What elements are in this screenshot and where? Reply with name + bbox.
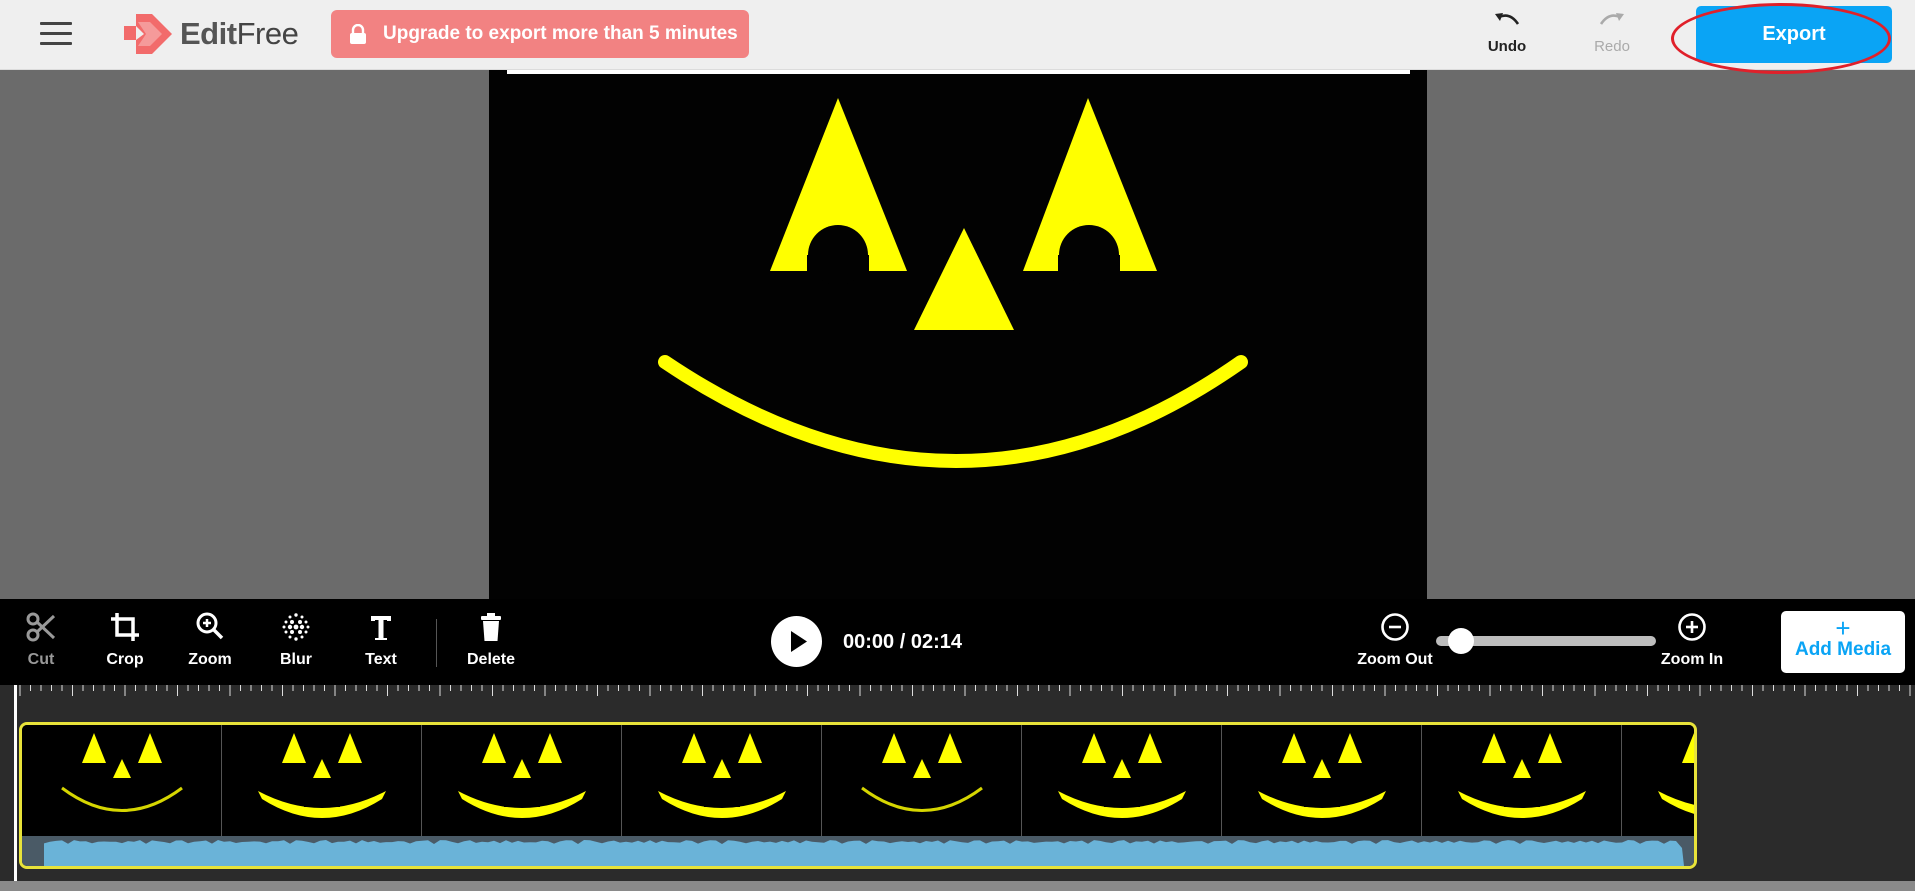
tool-label: Cut [27,651,55,668]
crop-icon [111,613,139,641]
zoom-in-icon [1678,613,1706,641]
text-icon [371,616,391,640]
video-preview[interactable] [489,70,1427,599]
tool-label: Zoom [188,651,232,668]
zoom-out-button[interactable]: Zoom Out [1354,611,1436,679]
crop-button[interactable]: Crop [92,611,158,679]
undo-icon [1495,13,1520,25]
video-clip[interactable] [19,722,1697,869]
undo-button[interactable]: Undo [1472,10,1542,62]
tool-label: Crop [106,651,144,668]
clip-thumbnail [822,725,1022,836]
clip-thumbnails [22,725,1694,836]
zoom-out-label: Zoom Out [1357,651,1433,668]
clip-thumbnail [1422,725,1622,836]
add-media-label: Add Media [1794,639,1892,660]
redo-button[interactable]: Redo [1577,10,1647,62]
playhead[interactable] [14,685,17,891]
play-button[interactable] [771,616,822,667]
play-icon [791,631,807,652]
zoom-in-label: Zoom In [1660,651,1724,668]
plus-icon: + [1835,613,1851,643]
clip-thumbnail [1222,725,1422,836]
export-label: Export [1762,23,1826,45]
clip-thumbnail [422,725,622,836]
redo-icon [1599,13,1624,25]
export-button[interactable]: Export [1696,6,1892,63]
clip-thumbnail [22,725,222,836]
zoom-icon [196,612,224,640]
delete-button[interactable]: Delete [458,611,524,679]
clip-thumbnail [622,725,822,836]
scissors-icon [26,612,56,642]
clip-thumbnail [1022,725,1222,836]
clip-thumbnail [1622,725,1694,836]
time-display: 00:00 / 02:14 [843,631,962,653]
menu-icon[interactable] [40,22,72,48]
cut-button[interactable]: Cut [8,611,74,679]
clip-thumbnail [222,725,422,836]
zoom-button[interactable]: Zoom [177,611,243,679]
undo-label: Undo [1487,38,1527,55]
app-logo: EditFree [124,10,299,58]
zoom-out-icon [1381,613,1409,641]
horizontal-scrollbar[interactable] [0,881,1915,891]
preview-frame [658,98,1248,468]
top-bar: EditFree Upgrade to export more than 5 m… [0,0,1915,74]
timeline-ruler[interactable] [0,685,1915,697]
add-media-button[interactable]: + Add Media [1781,611,1905,673]
lock-icon [350,24,366,44]
upgrade-button[interactable]: Upgrade to export more than 5 minutes [331,10,749,58]
editor-toolbar: Cut Crop Zoom Blur Text Delete 00:00 / 0… [0,599,1915,685]
redo-label: Redo [1594,38,1630,55]
audio-waveform [22,836,1694,866]
timeline-zoom-slider-knob[interactable] [1448,628,1474,654]
preview-top-edge [507,70,1410,74]
blur-button[interactable]: Blur [263,611,329,679]
zoom-in-button[interactable]: Zoom In [1651,611,1733,679]
text-button[interactable]: Text [348,611,414,679]
logo-icon [124,14,172,54]
trash-icon [481,613,501,641]
upgrade-label: Upgrade to export more than 5 minutes [383,23,738,44]
toolbar-divider [436,619,437,667]
timeline[interactable] [0,685,1915,891]
tool-label: Delete [466,651,516,668]
tool-label: Text [365,651,397,668]
tool-label: Blur [280,651,312,668]
logo-text: EditFree [180,16,299,51]
blur-icon [282,613,310,641]
